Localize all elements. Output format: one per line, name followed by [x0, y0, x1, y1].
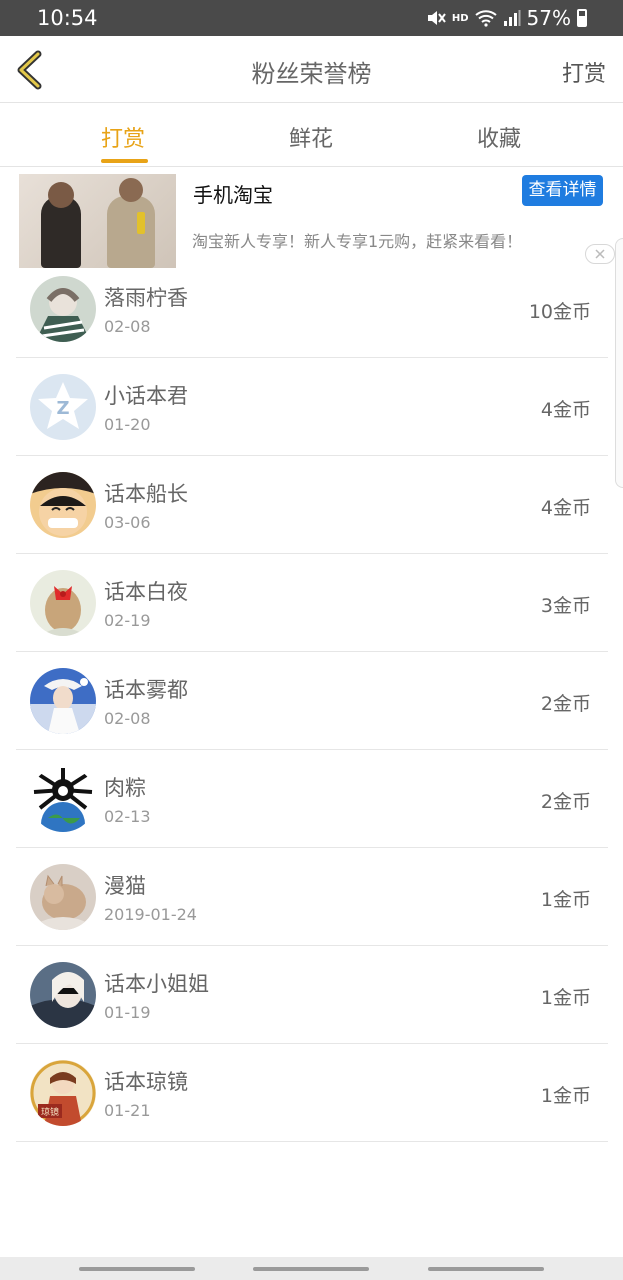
fan-date: 2019-01-24: [104, 905, 197, 924]
fan-date: 03-06: [104, 513, 151, 532]
avatar[interactable]: [30, 276, 96, 342]
list-item[interactable]: 肉粽 02-13 2金币: [16, 750, 608, 848]
list-item[interactable]: 话本小姐姐 01-19 1金币: [16, 946, 608, 1044]
list-item[interactable]: 话本白夜 02-19 3金币: [16, 554, 608, 652]
avatar[interactable]: [30, 962, 96, 1028]
svg-text:琼镜: 琼镜: [41, 1106, 59, 1118]
tab-favorites[interactable]: 收藏: [477, 121, 521, 153]
close-icon: [595, 249, 605, 259]
system-nav-bar: [0, 1257, 623, 1280]
fan-coins: 4金币: [540, 399, 591, 421]
fan-coins: 3金币: [540, 595, 591, 617]
status-time: 10:54: [37, 6, 98, 30]
top-bar: 粉丝荣誉榜 打赏: [0, 36, 623, 103]
avatar[interactable]: [30, 668, 96, 734]
fan-coins: 1金币: [540, 889, 591, 911]
fan-date: 02-13: [104, 807, 151, 826]
fan-name: 小话本君: [104, 384, 188, 408]
list-item[interactable]: Z 小话本君 01-20 4金币: [16, 358, 608, 456]
fan-coins: 1金币: [540, 987, 591, 1009]
ad-description: 淘宝新人专享！新人专享1元购，赶紧来看看！: [192, 232, 523, 251]
fan-coins: 1金币: [540, 1085, 591, 1107]
ad-title: 手机淘宝: [193, 183, 273, 207]
hd-label: HD: [451, 12, 469, 24]
fan-coins: 2金币: [540, 791, 591, 813]
fan-name: 肉粽: [104, 776, 146, 800]
reward-button[interactable]: 打赏: [562, 56, 606, 88]
fan-name: 话本雾都: [104, 678, 188, 702]
list-item[interactable]: 话本雾都 02-08 2金币: [16, 652, 608, 750]
avatar[interactable]: [30, 864, 96, 930]
fan-name: 漫猫: [104, 874, 146, 898]
fan-date: 01-21: [104, 1101, 151, 1120]
fan-date: 02-08: [104, 317, 151, 336]
fan-coins: 10金币: [528, 301, 591, 323]
page-title: 粉丝荣誉榜: [251, 60, 372, 88]
fan-name: 落雨柠香: [104, 286, 188, 310]
avatar[interactable]: [30, 472, 96, 538]
fan-name: 话本船长: [104, 482, 188, 506]
tab-indicator: [101, 159, 148, 163]
fan-coins: 4金币: [540, 497, 591, 519]
ad-details-button[interactable]: 查看详情: [522, 175, 603, 206]
fan-date: 02-19: [104, 611, 151, 630]
list-item[interactable]: 琼镜 话本琼镜 01-21 1金币: [16, 1044, 608, 1142]
svg-text:Z: Z: [56, 398, 69, 419]
nav-pill-left[interactable]: [79, 1267, 195, 1271]
fan-list: 落雨柠香 02-08 10金币 Z 小话本君 01-20 4金币 话本船长 03…: [16, 260, 608, 1142]
battery-percent: 57%: [526, 6, 571, 30]
side-edge-handle[interactable]: [615, 238, 623, 488]
status-icons: HD 57%: [426, 6, 587, 30]
fan-date: 02-08: [104, 709, 151, 728]
tab-reward[interactable]: 打赏: [101, 121, 145, 153]
fan-date: 01-20: [104, 415, 151, 434]
ad-banner[interactable]: 手机淘宝 查看详情 淘宝新人专享！新人专享1元购，赶紧来看看！: [19, 174, 623, 269]
fan-name: 话本琼镜: [104, 1070, 188, 1094]
nav-pill-right[interactable]: [428, 1267, 544, 1271]
fan-date: 01-19: [104, 1003, 151, 1022]
status-bar: 10:54 HD 57%: [0, 0, 623, 36]
battery-icon: [577, 9, 587, 27]
list-item[interactable]: 落雨柠香 02-08 10金币: [16, 260, 608, 358]
tab-flowers[interactable]: 鲜花: [289, 121, 333, 153]
avatar[interactable]: Z: [30, 374, 96, 440]
wifi-icon: [474, 10, 497, 27]
list-item[interactable]: 漫猫 2019-01-24 1金币: [16, 848, 608, 946]
avatar[interactable]: [30, 570, 96, 636]
avatar[interactable]: 琼镜: [30, 1060, 96, 1126]
fan-name: 话本小姐姐: [104, 972, 209, 996]
fan-name: 话本白夜: [104, 580, 188, 604]
list-item[interactable]: 话本船长 03-06 4金币: [16, 456, 608, 554]
nav-pill-center[interactable]: [253, 1267, 369, 1271]
ad-image[interactable]: [19, 174, 176, 268]
mute-icon: [427, 11, 446, 25]
fan-coins: 2金币: [540, 693, 591, 715]
avatar[interactable]: [30, 766, 96, 832]
tab-bar: 打赏 鲜花 收藏: [0, 103, 623, 167]
signal-icon: [503, 10, 521, 26]
